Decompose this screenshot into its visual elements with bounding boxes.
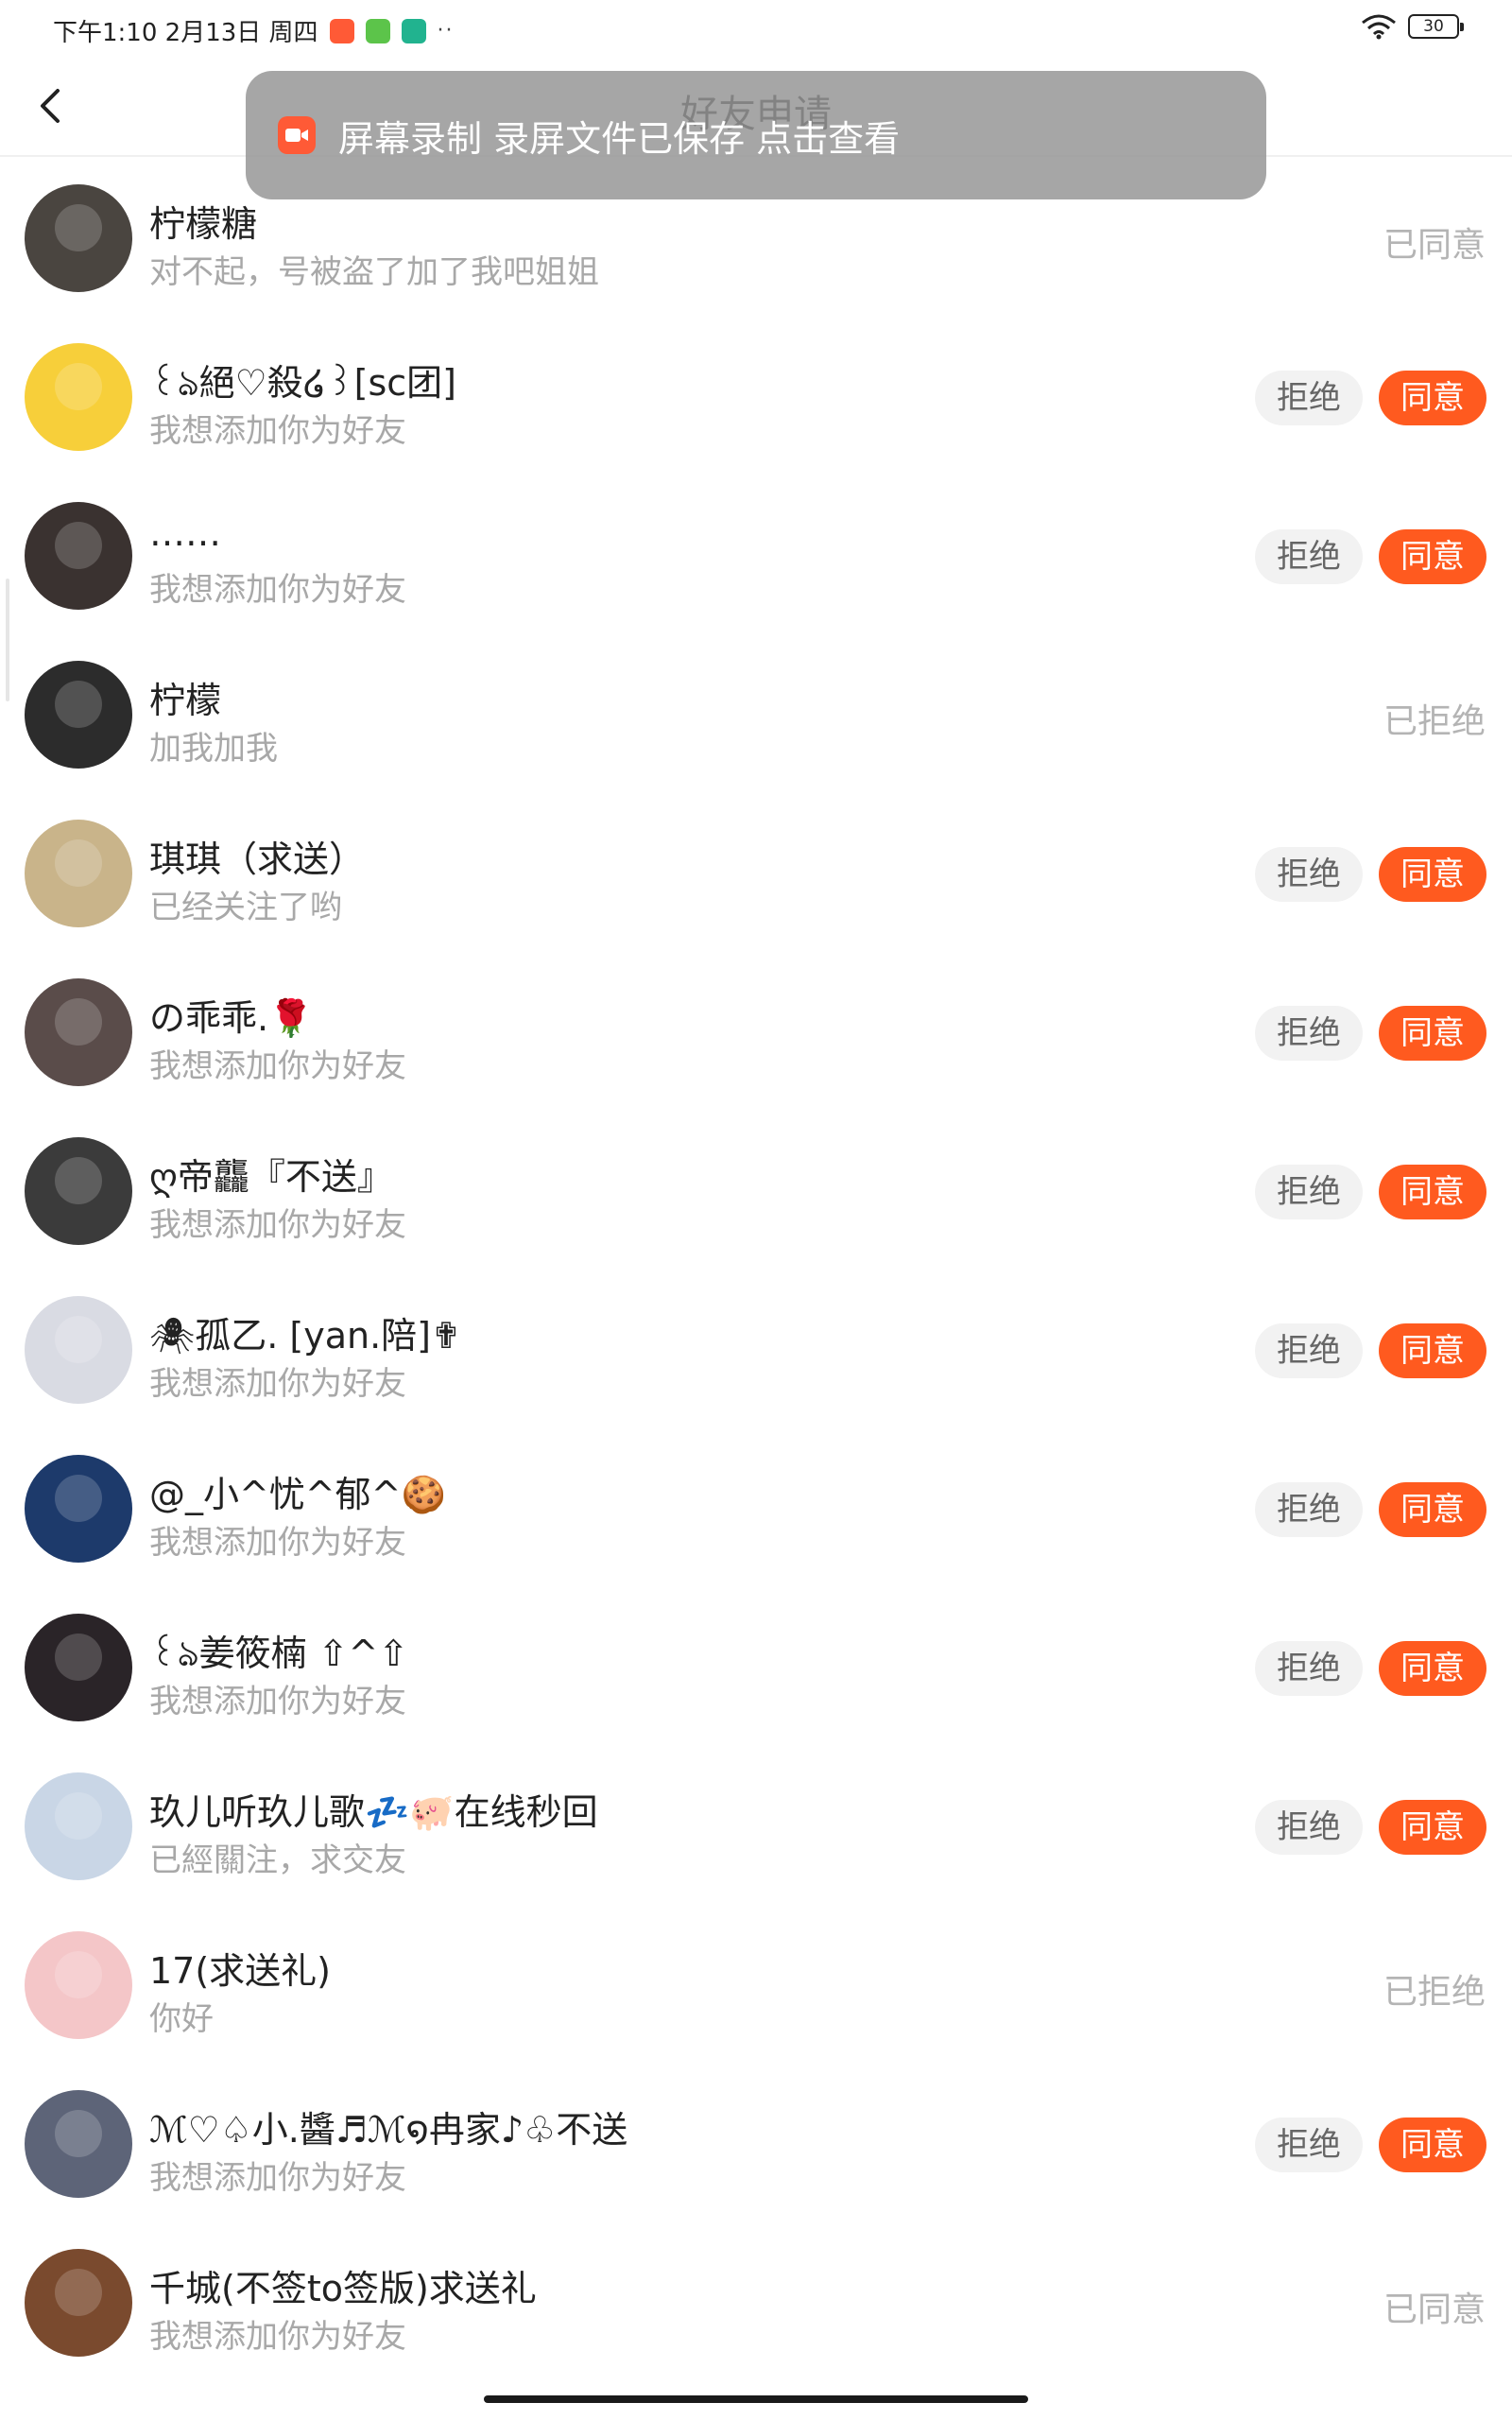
scrollbar[interactable] bbox=[6, 579, 9, 701]
avatar[interactable] bbox=[25, 661, 132, 769]
avatar[interactable] bbox=[25, 1137, 132, 1245]
request-message: 对不起，号被盗了加了我吧姐姐 bbox=[149, 253, 599, 291]
friend-request-row[interactable]: 🕷孤乙. [yan.陪]✟ 我想添加你为好友 拒绝 同意 bbox=[0, 1270, 1512, 1429]
request-status: 已拒绝 bbox=[1383, 702, 1486, 741]
request-message: 我想添加你为好友 bbox=[149, 1524, 406, 1562]
requester-name: 千城(不签to签版)求送礼 bbox=[149, 2268, 537, 2309]
reject-button[interactable]: 拒绝 bbox=[1255, 1800, 1363, 1855]
request-message: 已經關注，求交友 bbox=[149, 1841, 406, 1879]
requester-name: @_小^忧^郁^🍪 bbox=[149, 1474, 446, 1515]
avatar[interactable] bbox=[25, 2090, 132, 2198]
status-bar: 下午1:10 2月13日 周四 ·· 30 bbox=[0, 0, 1512, 57]
toast-message: 屏幕录制 录屏文件已保存 点击查看 bbox=[338, 117, 901, 160]
request-message: 我想添加你为好友 bbox=[149, 571, 406, 609]
friend-request-row[interactable]: 千城(不签to签版)求送礼 我想添加你为好友 已同意 bbox=[0, 2223, 1512, 2382]
request-message: 我想添加你为好友 bbox=[149, 2159, 406, 2197]
camera-glyph-icon bbox=[285, 129, 308, 142]
avatar[interactable] bbox=[25, 1931, 132, 2039]
security-shield-icon bbox=[401, 18, 426, 43]
friend-request-row[interactable]: ℳ♡♤小.醬♬ℳ໑冉家♪♧不送我想添加你为好友 拒绝 同意 bbox=[0, 2065, 1512, 2223]
requester-name: 17(求送礼) bbox=[149, 1950, 332, 1992]
friend-request-row[interactable]: の乖乖.🌹 我想添加你为好友 拒绝 同意 bbox=[0, 953, 1512, 1112]
friend-request-row[interactable]: 17(求送礼) 你好 已拒绝 bbox=[0, 1906, 1512, 2065]
reject-button[interactable]: 拒绝 bbox=[1255, 1006, 1363, 1061]
wifi-icon bbox=[1362, 14, 1396, 40]
accept-button[interactable]: 同意 bbox=[1379, 2118, 1486, 2172]
request-message: 已经关注了哟 bbox=[149, 889, 342, 926]
friend-request-row[interactable]: 玖儿听玖儿歌💤🐖在线秒回已經關注，求交友 拒绝 同意 bbox=[0, 1747, 1512, 1906]
requester-name: 柠檬糖 bbox=[149, 203, 258, 245]
request-message: 我想添加你为好友 bbox=[149, 1683, 406, 1720]
accept-button[interactable]: 同意 bbox=[1379, 371, 1486, 425]
reject-button[interactable]: 拒绝 bbox=[1255, 529, 1363, 584]
requester-name: の乖乖.🌹 bbox=[149, 997, 314, 1039]
status-right: 30 bbox=[1361, 13, 1464, 40]
more-notifications-icon: ·· bbox=[437, 19, 455, 43]
screen-recording-toast[interactable]: 屏幕录制 录屏文件已保存 点击查看 bbox=[246, 71, 1266, 199]
avatar[interactable] bbox=[25, 1455, 132, 1563]
friend-request-row[interactable]: @_小^忧^郁^🍪 我想添加你为好友 拒绝 同意 bbox=[0, 1429, 1512, 1588]
avatar[interactable] bbox=[25, 184, 132, 292]
avatar[interactable] bbox=[25, 978, 132, 1086]
avatar[interactable] bbox=[25, 502, 132, 610]
accept-button[interactable]: 同意 bbox=[1379, 1165, 1486, 1219]
accept-button[interactable]: 同意 bbox=[1379, 1800, 1486, 1855]
friend-request-row[interactable]: ღ帝龘『不送』我想添加你为好友 拒绝 同意 bbox=[0, 1112, 1512, 1270]
requester-name: ღ帝龘『不送』 bbox=[149, 1156, 393, 1198]
request-message: 我想添加你为好友 bbox=[149, 1206, 406, 1244]
requester-name: 🕷孤乙. [yan.陪]✟ bbox=[149, 1315, 461, 1357]
request-status: 已拒绝 bbox=[1383, 1973, 1486, 2012]
status-time-date: 下午1:10 2月13日 周四 bbox=[53, 19, 318, 47]
request-message: 我想添加你为好友 bbox=[149, 2318, 406, 2356]
friend-request-row[interactable]: 柠檬加我加我 已拒绝 bbox=[0, 635, 1512, 794]
friend-request-row[interactable]: …… 我想添加你为好友 拒绝 同意 bbox=[0, 476, 1512, 635]
avatar[interactable] bbox=[25, 1772, 132, 1880]
request-message: 加我加我 bbox=[149, 730, 278, 768]
request-message: 我想添加你为好友 bbox=[149, 412, 406, 450]
accept-button[interactable]: 同意 bbox=[1379, 1482, 1486, 1537]
accept-button[interactable]: 同意 bbox=[1379, 847, 1486, 902]
requester-name: 柠檬 bbox=[149, 680, 222, 721]
reject-button[interactable]: 拒绝 bbox=[1255, 847, 1363, 902]
friend-request-row[interactable]: ꒰ঌ絕♡殺໒꒱[sc团] 我想添加你为好友 拒绝 同意 bbox=[0, 318, 1512, 476]
reject-button[interactable]: 拒绝 bbox=[1255, 1165, 1363, 1219]
video-camera-icon bbox=[278, 116, 316, 154]
avatar[interactable] bbox=[25, 1614, 132, 1721]
avatar[interactable] bbox=[25, 2249, 132, 2357]
battery-icon: 30 bbox=[1408, 14, 1464, 39]
home-indicator[interactable] bbox=[484, 2395, 1028, 2403]
accept-button[interactable]: 同意 bbox=[1379, 1641, 1486, 1696]
requester-name: 琪琪（求送） bbox=[149, 838, 366, 880]
friend-request-row[interactable]: 琪琪（求送） 已经关注了哟 拒绝 同意 bbox=[0, 794, 1512, 953]
friend-request-row[interactable]: ꒰ঌ姜筱楠 ⇧^⇧ 我想添加你为好友 拒绝 同意 bbox=[0, 1588, 1512, 1747]
request-message: 你好 bbox=[149, 2000, 214, 2038]
requester-name: ℳ♡♤小.醬♬ℳ໑冉家♪♧不送 bbox=[149, 2109, 628, 2151]
friend-request-list: 柠檬糖 对不起，号被盗了加了我吧姐姐 已同意 ꒰ঌ絕♡殺໒꒱[sc团] 我想添加你为好友… bbox=[0, 159, 1512, 2382]
accept-button[interactable]: 同意 bbox=[1379, 1006, 1486, 1061]
request-status: 已同意 bbox=[1383, 226, 1486, 265]
requester-name: …… bbox=[149, 512, 221, 554]
avatar[interactable] bbox=[25, 820, 132, 927]
screen-recorder-icon bbox=[329, 18, 354, 43]
reject-button[interactable]: 拒绝 bbox=[1255, 2118, 1363, 2172]
request-message: 我想添加你为好友 bbox=[149, 1365, 406, 1403]
reject-button[interactable]: 拒绝 bbox=[1255, 1323, 1363, 1378]
reject-button[interactable]: 拒绝 bbox=[1255, 371, 1363, 425]
reject-button[interactable]: 拒绝 bbox=[1255, 1482, 1363, 1537]
requester-name: 玖儿听玖儿歌💤🐖在线秒回 bbox=[149, 1791, 598, 1833]
request-status: 已同意 bbox=[1383, 2290, 1486, 2329]
accept-button[interactable]: 同意 bbox=[1379, 529, 1486, 584]
avatar[interactable] bbox=[25, 343, 132, 451]
status-left: 下午1:10 2月13日 周四 ·· bbox=[53, 13, 455, 48]
download-icon bbox=[365, 18, 390, 43]
request-message: 我想添加你为好友 bbox=[149, 1047, 406, 1085]
accept-button[interactable]: 同意 bbox=[1379, 1323, 1486, 1378]
avatar[interactable] bbox=[25, 1296, 132, 1404]
reject-button[interactable]: 拒绝 bbox=[1255, 1641, 1363, 1696]
